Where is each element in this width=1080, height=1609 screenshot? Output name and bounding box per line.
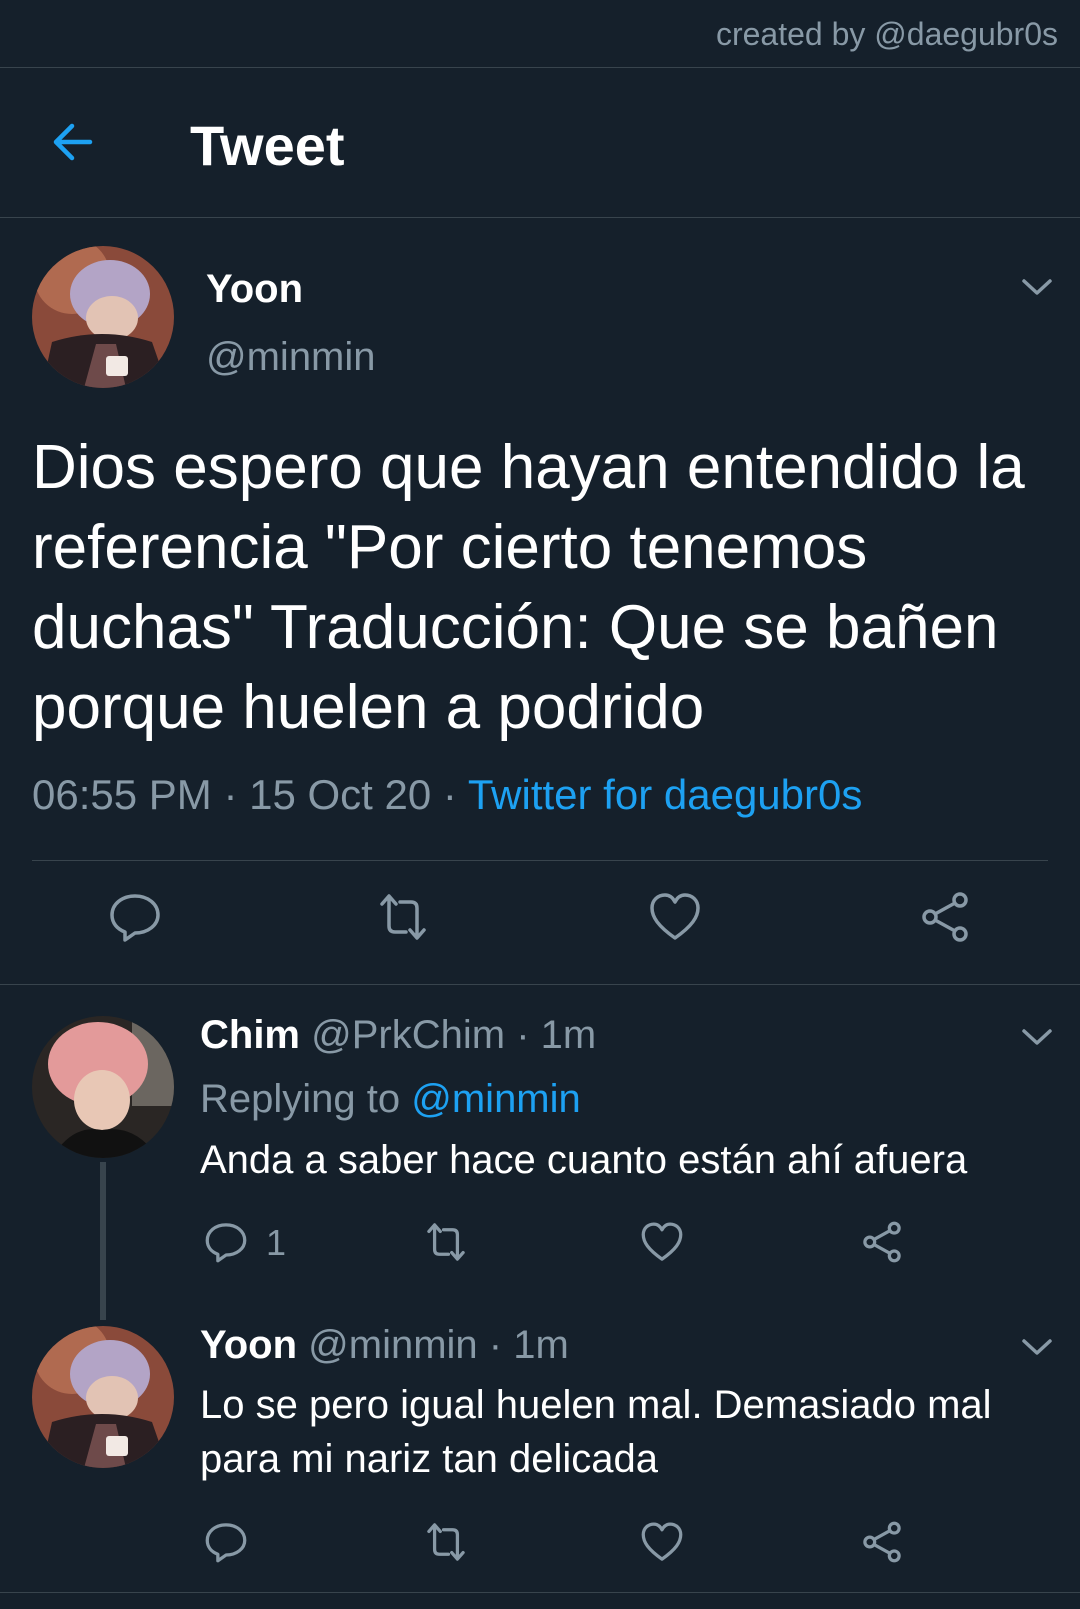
reply-author-name[interactable]: Yoon (200, 1323, 297, 1367)
divider (32, 860, 1048, 861)
credit-bar: created by @daegubr0s (0, 0, 1080, 68)
tweet-source-link[interactable]: Twitter for daegubr0s (468, 771, 863, 818)
tweet-actions (0, 890, 1080, 950)
author-handle[interactable]: @minmin (206, 335, 376, 380)
meta-separator: · (488, 1323, 503, 1367)
arrow-left-icon[interactable] (48, 118, 96, 166)
credit-text: created by @daegubr0s (715, 16, 1058, 52)
tweet-meta: 06:55 PM · 15 Oct 20 · Twitter for daegu… (32, 771, 862, 819)
reply-header: Chim @PrkChim · 1m (200, 1013, 596, 1058)
retweet-icon[interactable] (376, 890, 430, 944)
author-name[interactable]: Yoon (206, 267, 303, 312)
reply-count: 1 (266, 1222, 287, 1263)
avatar[interactable] (32, 1326, 174, 1468)
meta-separator: · (442, 771, 457, 818)
reply-icon[interactable] (204, 1520, 248, 1564)
reply-header: Yoon @minmin · 1m (200, 1323, 569, 1368)
replying-to-label: Replying to (200, 1077, 401, 1121)
meta-separator: · (516, 1013, 530, 1057)
tweet-text: Dios espero que hayan entendido la refer… (32, 433, 1025, 742)
tweet-time: 06:55 PM (32, 771, 212, 818)
share-icon[interactable] (860, 1520, 904, 1564)
divider (0, 1592, 1080, 1593)
share-icon[interactable] (860, 1220, 904, 1264)
reply-icon[interactable] (204, 1220, 248, 1264)
divider (0, 984, 1080, 985)
retweet-icon[interactable] (424, 1520, 468, 1564)
heart-icon[interactable] (648, 890, 702, 944)
reply-text: Lo se pero igual huelen mal. Demasiado m… (200, 1383, 992, 1481)
share-icon[interactable] (918, 890, 972, 944)
header: Tweet (0, 68, 1080, 218)
reply-icon[interactable] (108, 890, 162, 944)
replying-to: Replying to @minmin (200, 1077, 581, 1122)
reply-text: Anda a saber hace cuanto están ahí afuer… (200, 1138, 968, 1182)
replying-to-handle[interactable]: @minmin (411, 1077, 581, 1121)
retweet-icon[interactable] (424, 1220, 468, 1264)
reply-age: 1m (540, 1013, 597, 1057)
chevron-down-icon[interactable] (1020, 276, 1054, 298)
chevron-down-icon[interactable] (1020, 1026, 1054, 1048)
reply-author-handle[interactable]: @PrkChim (311, 1013, 505, 1057)
avatar[interactable] (32, 1016, 174, 1158)
tweet-date: 15 Oct 20 (249, 771, 432, 818)
reply-author-handle[interactable]: @minmin (308, 1323, 478, 1367)
chevron-down-icon[interactable] (1020, 1336, 1054, 1358)
heart-icon[interactable] (640, 1220, 684, 1264)
meta-separator: · (223, 771, 238, 818)
avatar[interactable] (32, 246, 174, 388)
page-title: Tweet (190, 114, 345, 177)
reply-age: 1m (513, 1323, 569, 1367)
reply-author-name[interactable]: Chim (200, 1013, 300, 1057)
thread-line (100, 1162, 106, 1320)
heart-icon[interactable] (640, 1520, 684, 1564)
